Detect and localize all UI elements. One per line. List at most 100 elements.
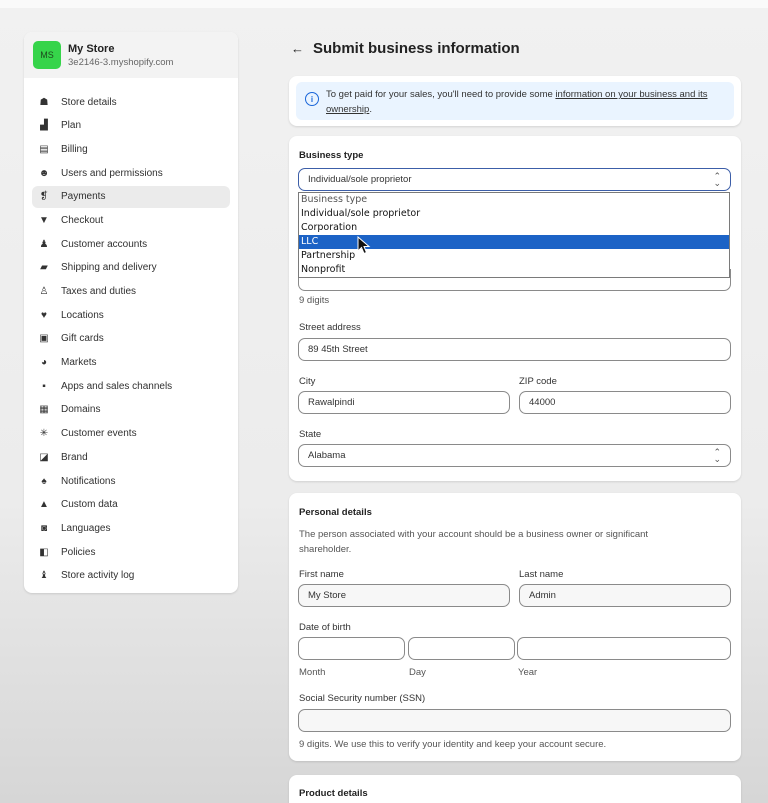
sidebar-item-customer-accounts[interactable]: ♟ Customer accounts [32,233,230,255]
business-type-select[interactable]: Individual/sole proprietor ⌃ ⌄ [298,168,731,191]
sidebar-item-label: Notifications [61,475,116,487]
events-icon: ✳ [39,428,49,440]
sidebar-item-locations[interactable]: ♥ Locations [32,304,230,326]
sidebar-item-billing[interactable]: ▤ Billing [32,138,230,160]
page-title: Submit business information [313,40,520,57]
back-arrow-icon[interactable]: ← [291,41,304,56]
street-value: 89 45th Street [308,344,368,355]
sidebar-item-languages[interactable]: ◙ Languages [32,517,230,539]
city-input[interactable]: Rawalpindi [298,391,510,414]
state-chevron-icon: ⌃ ⌄ [713,447,721,464]
checkout-icon: ▼ [39,214,49,226]
sidebar-item-label: Taxes and duties [61,286,137,297]
sidebar-item-markets[interactable]: ◕ Markets [32,352,230,374]
sidebar-item-gift-cards[interactable]: ▣ Gift cards [32,328,230,350]
state-label: State [299,429,322,440]
top-strip [0,0,768,8]
payments-icon: ❡ [39,191,49,203]
users-icon: ☻ [38,167,50,179]
dropdown-option[interactable]: Corporation [299,221,729,235]
sidebar-item-label: Gift cards [61,333,104,345]
sidebar-item-store-details[interactable]: ☗ Store details [32,91,230,113]
sidebar-item-taxes-and-duties[interactable]: ♙ Taxes and duties [32,281,230,303]
sidebar-item-label: Checkout [61,214,104,226]
settings-sidebar: MS My Store 3e2146-3.myshopify.com ☗ Stor… [24,32,238,593]
first-name-input[interactable]: My Store [298,584,510,607]
sidebar-item-label: Plan [61,120,82,132]
sidebar-item-checkout[interactable]: ▼ Checkout [32,209,230,231]
personal-desc: The person associated with your account … [299,529,649,555]
personal-details-card: Personal details The person associated w… [289,493,741,761]
sidebar-item-label: Payments [61,191,106,203]
product-details-card: Product details [289,775,741,803]
zip-input[interactable]: 44000 [519,391,731,414]
last-name-label: Last name [519,569,564,580]
sidebar-item-label: Store details [61,96,117,108]
dob-year-input[interactable] [517,637,731,660]
sidebar-item-payments[interactable]: ❡ Payments [32,185,230,208]
sidebar-item-plan[interactable]: ▟ Plan [32,115,230,137]
sidebar-item-customer-events[interactable]: ✳ Customer events [32,423,230,445]
business-type-dropdown[interactable]: Business type Individual/sole proprietor C… [298,192,730,278]
banner-text: To get paid for your sales, you'll need … [326,89,556,100]
personal-title: Personal details [299,507,372,518]
apps-icon: ▪ [42,380,46,392]
street-input[interactable]: 89 45th Street [298,338,731,361]
store-switcher[interactable]: MS My Store 3e2146-3.myshopify.com [24,32,238,78]
last-name-input[interactable]: Admin [519,584,731,607]
plan-icon: ▟ [40,120,48,132]
state-select[interactable]: Alabama ⌃ ⌄ [298,444,731,467]
state-value: Alabama [308,450,346,461]
city-value: Rawalpindi [308,397,355,408]
globe-icon: ◕ [40,357,48,369]
sidebar-item-label: Brand [61,451,88,463]
sidebar-item-label: Languages [61,522,111,534]
sidebar-item-label: Policies [61,546,96,558]
ssn-label: Social Security number (SSN) [299,693,426,704]
store-name: My Store [68,42,115,55]
business-type-label: Business type [299,150,364,161]
billing-icon: ▤ [39,143,49,155]
info-banner: i To get paid for your sales, you'll nee… [296,82,734,120]
dob-month-input[interactable] [298,637,405,660]
dropdown-option[interactable]: Individual/sole proprietor [299,207,729,221]
ssn-help: 9 digits. We use this to verify your ide… [299,739,607,750]
sidebar-item-store-activity-log[interactable]: ♝ Store activity log [32,565,230,587]
sidebar-item-shipping-and-delivery[interactable]: ▰ Shipping and delivery [32,257,230,279]
sidebar-item-notifications[interactable]: ♠ Notifications [32,470,230,492]
dropdown-option: Business type [301,194,368,205]
sidebar-item-label: Billing [61,143,88,155]
languages-icon: ◙ [40,522,48,534]
brand-icon: ◪ [39,451,49,463]
ssn-input[interactable] [298,709,731,732]
first-name-value: My Store [308,590,347,601]
sidebar-item-apps-and-sales-channels[interactable]: ▪ Apps and sales channels [32,375,230,397]
truck-icon: ▰ [40,262,48,274]
domains-icon: ▦ [39,404,49,416]
last-name-value: Admin [529,590,556,601]
month-label: Month [299,667,326,678]
store-info: My Store 3e2146-3.myshopify.com [68,43,173,68]
sidebar-item-custom-data[interactable]: ▲ Custom data [32,494,230,516]
sidebar-item-label: Customer events [61,428,137,440]
sidebar-item-brand[interactable]: ◪ Brand [32,446,230,468]
dob-label: Date of birth [299,622,351,633]
sidebar-item-policies[interactable]: ◧ Policies [32,541,230,563]
customer-icon: ♟ [39,238,49,250]
sidebar-item-label: Users and permissions [61,167,163,179]
sidebar-item-users-and-permissions[interactable]: ☻ Users and permissions [32,162,230,184]
sidebar-item-label: Custom data [61,499,118,511]
sidebar-item-label: Apps and sales channels [61,380,173,392]
zip-value: 44000 [529,397,556,408]
dob-day-input[interactable] [408,637,515,660]
product-title: Product details [299,788,368,799]
settings-nav: ☗ Store details ▟ Plan ▤ Billing ☻ Users and pe… [24,78,238,587]
banner-text-end: . [369,104,372,115]
dropdown-option[interactable]: Nonprofit [299,263,729,277]
sidebar-item-domains[interactable]: ▦ Domains [32,399,230,421]
zip-label: ZIP code [519,376,557,387]
custom-data-icon: ▲ [39,499,49,511]
business-type-value: Individual/sole proprietor [308,174,412,185]
page-header: ← Submit business information [291,40,520,57]
mouse-cursor-icon [357,236,371,255]
